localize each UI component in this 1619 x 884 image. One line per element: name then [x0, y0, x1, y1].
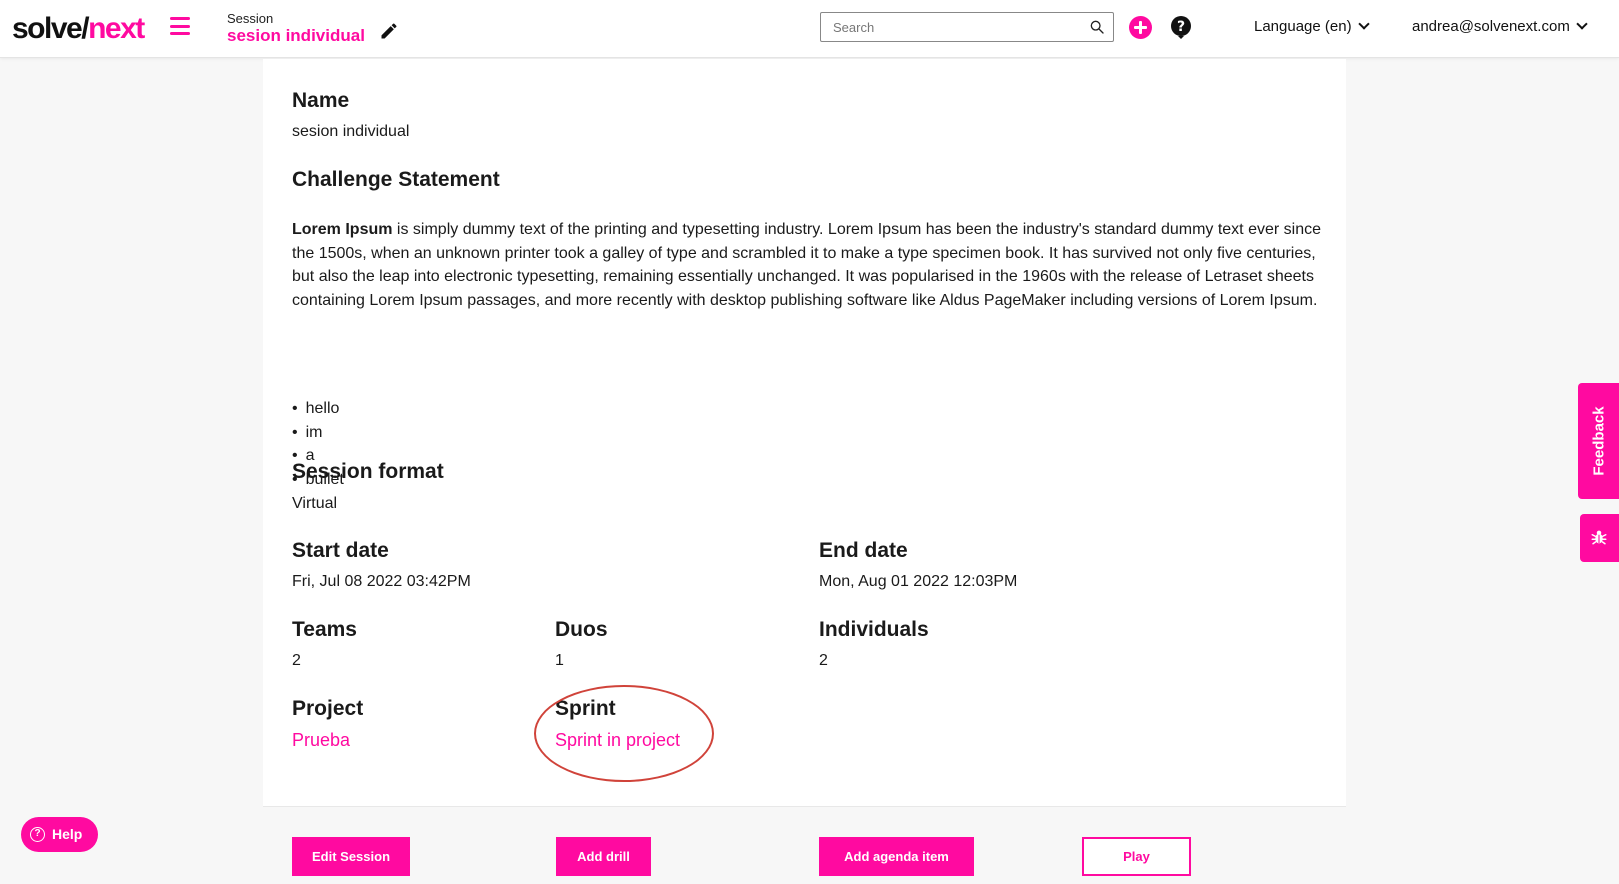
start-date-label: Start date: [292, 539, 389, 562]
search-input[interactable]: [821, 13, 1071, 41]
logo-text-solve: solve/: [12, 12, 90, 45]
bug-report-tab[interactable]: [1580, 514, 1619, 562]
language-label: Language (en): [1254, 18, 1352, 35]
solvenext-logo[interactable]: solve/next: [12, 12, 145, 46]
search-icon[interactable]: [1089, 19, 1105, 35]
challenge-statement-text: Lorem Ipsum is simply dummy text of the …: [292, 218, 1322, 312]
project-link[interactable]: Prueba: [292, 730, 350, 751]
help-question-icon[interactable]: ?: [1169, 15, 1193, 39]
duos-value: 1: [555, 652, 564, 669]
challenge-bold-text: Lorem Ipsum: [292, 221, 393, 238]
end-date-value: Mon, Aug 01 2022 12:03PM: [819, 573, 1018, 590]
edit-session-button[interactable]: Edit Session: [292, 837, 410, 876]
top-navigation-bar: solve/next Session sesion individual ? L…: [0, 0, 1619, 58]
feedback-label: Feedback: [1590, 406, 1607, 476]
add-drill-button[interactable]: Add drill: [556, 837, 651, 876]
challenge-statement-label: Challenge Statement: [292, 168, 500, 191]
add-plus-icon[interactable]: [1129, 16, 1152, 39]
teams-value: 2: [292, 652, 301, 669]
help-circle-icon: ?: [30, 827, 45, 842]
add-agenda-item-button[interactable]: Add agenda item: [819, 837, 974, 876]
session-kicker-label: Session: [227, 11, 274, 26]
user-menu[interactable]: andrea@solvenext.com: [1412, 18, 1588, 35]
language-selector[interactable]: Language (en): [1254, 18, 1370, 35]
chevron-down-icon: [1576, 18, 1588, 30]
session-details-card: Name sesion individual Challenge Stateme…: [263, 59, 1346, 807]
name-label: Name: [292, 89, 350, 112]
list-item: im: [292, 421, 344, 445]
session-format-value: Virtual: [292, 495, 338, 512]
project-label: Project: [292, 697, 364, 720]
sprint-label: Sprint: [555, 697, 616, 720]
feedback-tab[interactable]: Feedback: [1578, 383, 1619, 499]
logo-text-next: next: [88, 12, 145, 45]
hamburger-menu-icon[interactable]: [170, 17, 190, 35]
duos-label: Duos: [555, 618, 608, 641]
list-item: hello: [292, 397, 344, 421]
individuals-value: 2: [819, 652, 828, 669]
user-email: andrea@solvenext.com: [1412, 18, 1570, 35]
sprint-link[interactable]: Sprint in project: [555, 730, 680, 751]
challenge-body-text: is simply dummy text of the printing and…: [292, 221, 1321, 309]
session-title: sesion individual: [227, 26, 365, 45]
svg-text:?: ?: [1177, 19, 1185, 35]
help-button[interactable]: ? Help: [21, 817, 98, 852]
end-date-label: End date: [819, 539, 908, 562]
name-value: sesion individual: [292, 123, 410, 140]
play-button[interactable]: Play: [1082, 837, 1191, 876]
help-label: Help: [52, 826, 83, 842]
bug-icon: [1591, 530, 1607, 545]
session-format-label: Session format: [292, 460, 444, 483]
search-box: [820, 12, 1114, 42]
start-date-value: Fri, Jul 08 2022 03:42PM: [292, 573, 471, 590]
teams-label: Teams: [292, 618, 357, 641]
chevron-down-icon: [1357, 18, 1370, 30]
edit-pencil-icon[interactable]: [379, 21, 399, 41]
individuals-label: Individuals: [819, 618, 929, 641]
